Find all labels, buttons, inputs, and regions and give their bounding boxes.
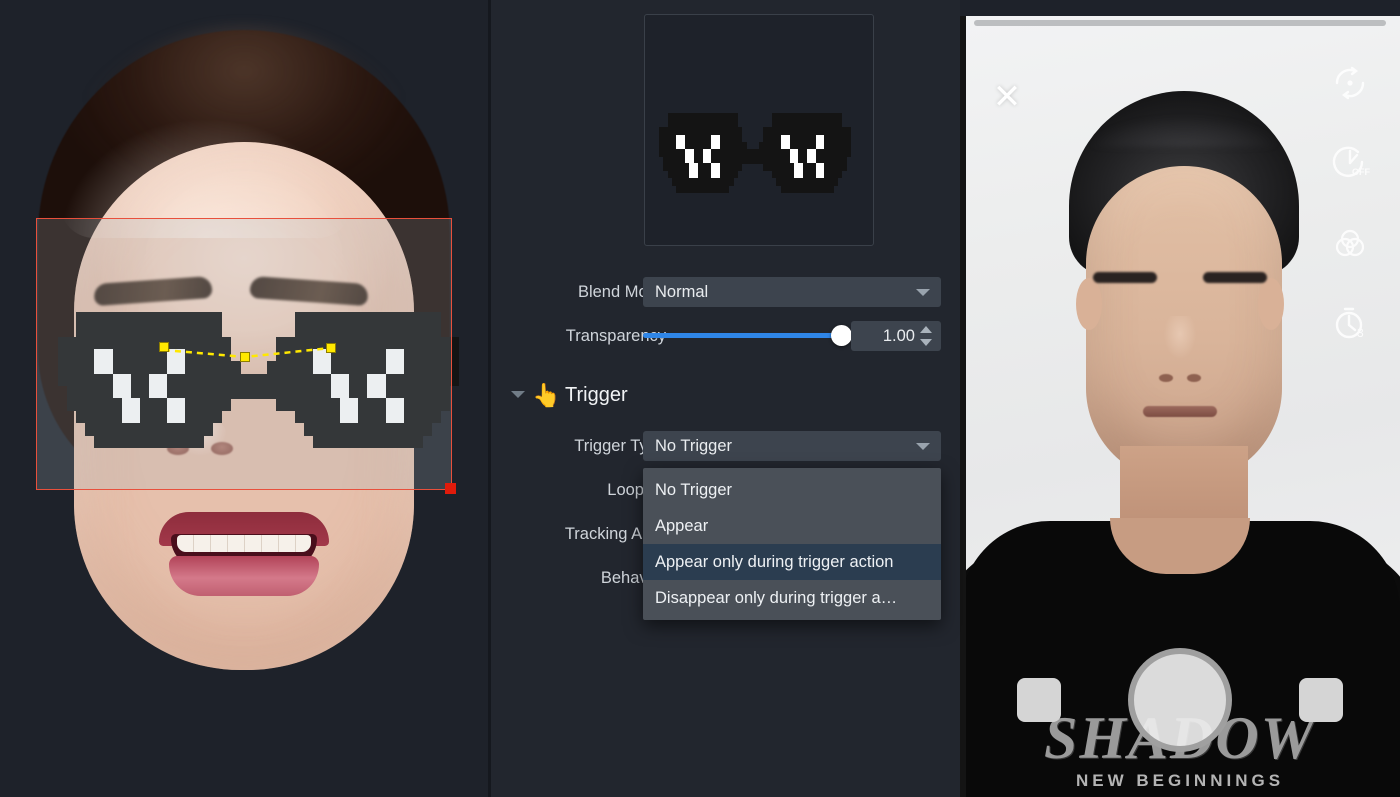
close-icon[interactable]: ✕ — [988, 78, 1026, 116]
trigger-type-select[interactable]: No Trigger — [643, 431, 941, 461]
trigger-type-value: No Trigger — [655, 437, 733, 455]
svg-text:OFF: OFF — [1352, 167, 1370, 177]
tap-hand-icon: 👆 — [532, 382, 561, 408]
anchor-point-center[interactable] — [240, 352, 250, 362]
row-trigger-type: Trigger Type No Trigger — [491, 431, 960, 461]
row-transparency: Transparency 1.00 — [491, 321, 960, 351]
chevron-down-icon — [916, 289, 930, 296]
preview-ear-right — [1258, 278, 1284, 330]
preview-eyebrow-left — [1093, 272, 1157, 283]
gallery-button[interactable] — [1017, 678, 1061, 722]
preview-nostril-left — [1159, 374, 1173, 382]
svg-text:3: 3 — [1357, 326, 1364, 340]
trigger-section-title: Trigger — [565, 384, 628, 406]
teeth — [177, 535, 311, 552]
transparency-stepper[interactable]: 1.00 — [851, 321, 941, 351]
anchor-point-left[interactable] — [159, 342, 169, 352]
slider-fill — [643, 333, 839, 338]
shutter-button[interactable] — [1128, 648, 1232, 752]
preview-nose — [1157, 316, 1203, 388]
properties-panel: Blend Mode Normal Transparency 1.00 👆 Tr… — [491, 0, 960, 797]
preview-eyebrow-right — [1203, 272, 1267, 283]
flip-camera-icon[interactable] — [1328, 61, 1372, 105]
transparency-value: 1.00 — [882, 327, 915, 345]
asset-thumbnail[interactable] — [644, 14, 874, 246]
shirt-subtitle-text: NEW BEGINNINGS — [1075, 771, 1285, 790]
mouth — [159, 512, 329, 598]
preview-mouth — [1143, 406, 1217, 417]
preview-ear-left — [1076, 278, 1102, 330]
trigger-type-dropdown[interactable]: No Trigger Appear Appear only during tri… — [643, 468, 941, 620]
resize-handle-bottom-right[interactable] — [445, 483, 456, 494]
effects-button[interactable] — [1299, 678, 1343, 722]
filters-icon[interactable] — [1328, 221, 1372, 265]
preview-sunglasses-overlay — [960, 16, 966, 797]
timer-3s-icon[interactable]: 3 — [1328, 301, 1372, 345]
chevron-down-icon — [916, 443, 930, 450]
trigger-section-header[interactable]: 👆 Trigger — [491, 378, 960, 412]
dropdown-option-selected[interactable]: Appear only during trigger action — [643, 544, 941, 580]
transparency-slider[interactable] — [643, 325, 852, 346]
dropdown-option[interactable]: No Trigger — [643, 472, 941, 508]
flash-off-icon[interactable]: OFF — [1328, 141, 1372, 185]
stepper-arrows[interactable] — [920, 326, 933, 346]
slider-knob[interactable] — [831, 325, 852, 346]
face-editor-canvas[interactable] — [0, 0, 488, 797]
anchor-point-right[interactable] — [326, 343, 336, 353]
stepper-down-icon[interactable] — [920, 339, 932, 346]
collapse-triangle-icon[interactable] — [511, 391, 525, 398]
stepper-up-icon[interactable] — [920, 326, 932, 333]
app-root: Blend Mode Normal Transparency 1.00 👆 Tr… — [0, 0, 1400, 797]
blend-mode-value: Normal — [655, 283, 709, 301]
drag-handle[interactable] — [974, 20, 1386, 26]
blend-mode-select[interactable]: Normal — [643, 277, 941, 307]
dropdown-option[interactable]: Disappear only during trigger a… — [643, 580, 941, 616]
live-preview-panel[interactable]: SHADOW NEW BEGINNINGS ✕ OFF — [960, 16, 1400, 797]
lower-lip — [169, 556, 319, 596]
dropdown-option[interactable]: Appear — [643, 508, 941, 544]
row-blend-mode: Blend Mode Normal — [491, 277, 960, 307]
preview-nostril-right — [1187, 374, 1201, 382]
